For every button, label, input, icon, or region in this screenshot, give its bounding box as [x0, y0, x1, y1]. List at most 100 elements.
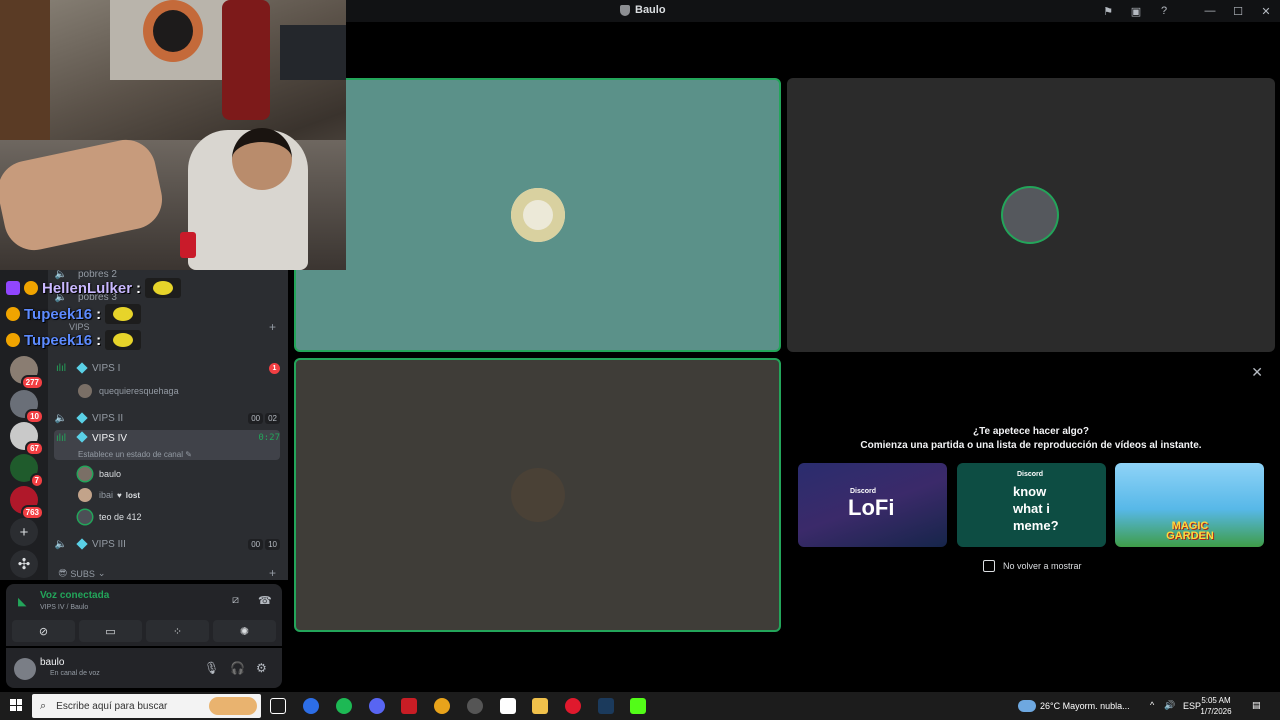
file-explorer-icon[interactable] [532, 698, 548, 714]
maximize-icon[interactable]: ☐ [1224, 0, 1252, 22]
clock[interactable]: 5:05 AM 1/7/2026 [1196, 695, 1236, 717]
chrome-icon[interactable] [434, 698, 450, 714]
kick-icon[interactable] [630, 698, 646, 714]
voice-member[interactable]: quequieresquehaga [78, 382, 179, 400]
username: baulo [40, 657, 65, 668]
activity-card-lofi[interactable]: Discord LoFi [798, 463, 947, 547]
diamond-icon [76, 431, 88, 443]
voice-channel-path[interactable]: VIPS IV / Baulo [40, 604, 88, 611]
screen-share-icon[interactable]: ▣ [1122, 0, 1150, 22]
emote-icon [145, 278, 182, 298]
activity-subheading: Comienza una partida o una lista de repr… [860, 440, 1202, 451]
disconnect-icon[interactable]: ☎ [258, 594, 272, 607]
camera-button[interactable]: ⊘ [12, 620, 75, 642]
chevron-down-icon: ⌄ [97, 568, 106, 578]
checkbox[interactable] [983, 560, 995, 572]
headphones-icon[interactable]: 🎧 [230, 661, 245, 675]
user-status: En canal de voz [50, 670, 100, 677]
speaker-icon: 🔈 [54, 538, 68, 550]
steam-icon[interactable] [598, 698, 614, 714]
participant-avatar [1003, 188, 1057, 242]
activity-card-know-what-i-meme[interactable]: Discord know what i meme? [957, 463, 1106, 547]
voice-status: Voz conectada [40, 590, 110, 601]
notifications-icon[interactable]: ▤ [1252, 700, 1261, 711]
noise-suppression-icon[interactable]: ⧄ [232, 594, 239, 607]
discover-button[interactable]: ✣ [10, 550, 38, 578]
participant-avatar [511, 188, 565, 242]
activity-suggestions: ✕ ¿Te apetece hacer algo? Comienza una p… [787, 358, 1275, 632]
add-server-button[interactable]: + [10, 518, 38, 546]
close-window-icon[interactable]: ✕ [1252, 0, 1280, 22]
channel-vips-ii[interactable]: 🔈 VIPS II 00 02 [54, 406, 280, 430]
server-icon [620, 4, 630, 16]
spotify-icon[interactable] [336, 698, 352, 714]
activities-button[interactable]: ⁘ [146, 620, 209, 642]
opera-icon[interactable] [565, 698, 581, 714]
avatar [78, 488, 92, 502]
task-view-icon[interactable] [270, 698, 286, 714]
server-count: 7 [29, 473, 44, 488]
participant-tile[interactable] [294, 78, 781, 352]
volume-icon[interactable]: 🔊 [1164, 700, 1175, 711]
avatar [78, 510, 92, 524]
discord-icon[interactable] [369, 698, 385, 714]
soundboard-icon: ✺ [239, 625, 250, 638]
copilot-icon[interactable] [303, 698, 319, 714]
activities-icon: ⁘ [172, 625, 183, 638]
voice-live-icon: ılıl [56, 362, 66, 374]
screen-share-icon: ▭ [105, 625, 116, 638]
weather-icon[interactable] [1018, 700, 1036, 712]
minimize-icon[interactable]: — [1196, 0, 1224, 22]
user-panel: baulo En canal de voz 🎙 🎧 ⚙ [6, 648, 282, 688]
help-icon[interactable]: ? [1150, 0, 1178, 22]
pencil-icon: ✎ [185, 450, 192, 459]
participant-tile[interactable] [787, 78, 1275, 352]
camera-off-icon: ⊘ [38, 625, 49, 638]
weather-text[interactable]: 26°C Mayorm. nubla... [1040, 701, 1130, 711]
settings-gear-icon[interactable]: ⚙ [256, 661, 267, 675]
soundboard-button[interactable]: ✺ [213, 620, 276, 642]
voice-member[interactable]: baulo [78, 465, 121, 483]
dont-show-again-checkbox[interactable]: No volver a mostrar [983, 560, 1082, 572]
server-avatar[interactable]: 277 [10, 356, 44, 390]
signal-icon: ◣ [18, 596, 27, 608]
flag-icon[interactable]: ⚑ [1094, 0, 1122, 22]
diamond-icon [76, 538, 88, 550]
channel-vips-i[interactable]: ılıl VIPS I 1 [54, 356, 280, 380]
speaker-icon: 🔈 [54, 412, 68, 424]
server-avatar[interactable]: 763 [10, 486, 44, 520]
activity-heading: ¿Te apetece hacer algo? [973, 426, 1089, 437]
windows-start-icon[interactable] [10, 699, 22, 711]
chat-message: HellenLulker : [6, 278, 182, 298]
badge-icon [6, 333, 20, 347]
search-highlight-image [209, 697, 257, 715]
add-channel-icon[interactable]: + [269, 320, 276, 334]
server-avatar[interactable]: 7 [10, 454, 44, 488]
server-avatar[interactable]: 10 [10, 390, 44, 424]
activity-card-magic-garden[interactable]: MAGIC GARDEN [1115, 463, 1264, 547]
github-icon[interactable] [467, 698, 483, 714]
participant-tile[interactable] [294, 358, 781, 632]
user-avatar[interactable] [14, 658, 36, 680]
category-subs[interactable]: 😎 SUBS ⌄ [58, 568, 105, 579]
voice-connected-panel: ◣ Voz conectada VIPS IV / Baulo ⧄ ☎ ⊘ ▭ … [6, 584, 282, 646]
add-channel-icon[interactable]: + [269, 566, 276, 580]
chevron-up-icon[interactable]: ^ [1150, 700, 1154, 710]
screen-share-button[interactable]: ▭ [79, 620, 142, 642]
voicemeeter-icon[interactable] [401, 698, 417, 714]
voice-member[interactable]: teo de 412 [78, 508, 142, 526]
channel-status[interactable]: Establece un estado de canal ✎ [78, 450, 192, 459]
close-icon[interactable]: ✕ [1251, 364, 1263, 381]
server-count: 277 [20, 375, 44, 390]
emote-icon [105, 330, 142, 350]
webcam-overlay [0, 0, 346, 270]
channel-vips-iii[interactable]: 🔈 VIPS III 00 10 [54, 532, 280, 556]
taskbar-search[interactable]: ⌕ Escribe aquí para buscar [32, 694, 261, 718]
title-bar-actions: ⚑ ▣ ? — ☐ ✕ [1094, 0, 1280, 22]
notification-badge: 1 [269, 362, 280, 374]
app-icon[interactable] [500, 698, 516, 714]
diamond-icon [76, 412, 88, 424]
server-avatar[interactable]: 67 [10, 422, 44, 456]
voice-member[interactable]: ibai ♥ lost [78, 486, 140, 504]
microphone-icon[interactable]: 🎙 [204, 661, 219, 675]
